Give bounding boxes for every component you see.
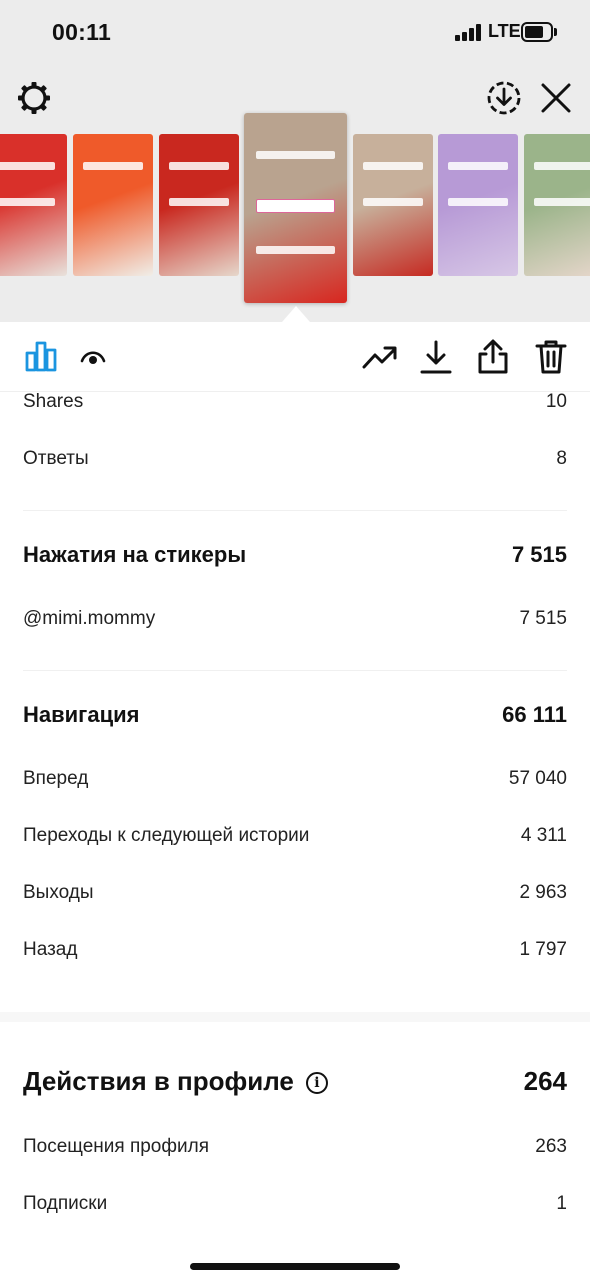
story-sticker <box>447 198 509 206</box>
metric-replies: Ответы 8 <box>23 444 567 474</box>
story-thumbnail[interactable] <box>438 134 518 276</box>
network-type: LTE <box>488 21 521 41</box>
metric-value: 263 <box>535 1136 567 1157</box>
story-thumbnail[interactable] <box>159 134 239 276</box>
share-icon[interactable] <box>476 338 510 376</box>
story-sticker <box>533 162 590 170</box>
home-indicator[interactable] <box>190 1263 400 1270</box>
metric-value: 57 040 <box>508 768 567 789</box>
section-header-sticker-taps: Нажатия на стикеры 7 515 <box>23 540 567 570</box>
story-sticker <box>82 162 144 170</box>
metric-value: 2 963 <box>519 882 567 903</box>
section-separator-band <box>0 1012 590 1022</box>
bar-chart-icon[interactable] <box>24 339 58 373</box>
story-sticker <box>0 198 56 206</box>
metric-label: @mimi.mommy <box>23 608 156 629</box>
story-sticker <box>256 199 335 213</box>
metric-value: 10 <box>545 391 567 412</box>
story-sticker <box>168 198 230 206</box>
metric-value: 4 311 <box>520 825 567 846</box>
metric-value: 7 515 <box>519 608 567 629</box>
trash-icon[interactable] <box>534 338 568 376</box>
metric-label: Переходы к следующей истории <box>23 825 310 846</box>
story-sticker <box>256 151 335 159</box>
section-title: Действия в профиле <box>23 1065 294 1096</box>
metric-label: Подписки <box>23 1193 108 1214</box>
metric-label: Посещения профиля <box>23 1136 209 1157</box>
cellular-signal-icon <box>455 24 483 41</box>
status-time: 00:11 <box>52 19 112 45</box>
metric-value: 1 <box>556 1193 567 1214</box>
metric-exits: Выходы 2 963 <box>23 878 567 908</box>
story-thumbnails-strip[interactable] <box>0 108 590 308</box>
section-total: 264 <box>523 1065 567 1096</box>
battery-icon <box>521 22 557 43</box>
section-header-profile-actions: Действия в профиле i 264 <box>23 1064 567 1098</box>
selected-story-pointer <box>282 306 310 322</box>
metric-label: Назад <box>23 939 78 960</box>
eye-icon[interactable] <box>80 346 106 368</box>
metric-shares: Shares 10 <box>23 387 567 417</box>
info-icon[interactable]: i <box>305 1071 328 1094</box>
metric-back: Назад 1 797 <box>23 935 567 965</box>
story-thumbnail[interactable] <box>353 134 433 276</box>
insights-toolbar <box>0 322 590 392</box>
download-icon[interactable] <box>419 339 453 375</box>
metric-label: Shares <box>23 391 84 412</box>
story-thumbnail-selected[interactable] <box>244 113 347 303</box>
metric-follows: Подписки 1 <box>23 1189 567 1219</box>
section-header-navigation: Навигация 66 111 <box>23 700 567 730</box>
status-bar: 00:11 LTE <box>0 0 590 66</box>
story-sticker <box>256 246 335 254</box>
section-total: 7 515 <box>511 542 567 567</box>
metric-next-story: Переходы к следующей истории 4 311 <box>23 821 567 851</box>
section-total: 66 111 <box>502 702 567 727</box>
story-thumbnail[interactable] <box>524 134 590 276</box>
trending-icon[interactable] <box>362 341 398 373</box>
story-sticker <box>362 198 424 206</box>
story-sticker <box>533 198 590 206</box>
story-preview-area: 00:11 LTE <box>0 0 590 322</box>
section-title: Нажатия на стикеры <box>23 542 247 567</box>
metric-label: Вперед <box>23 768 89 789</box>
section-title: Навигация <box>23 702 140 727</box>
metric-label: Ответы <box>23 448 89 469</box>
story-sticker <box>168 162 230 170</box>
metric-profile-visits: Посещения профиля 263 <box>23 1132 567 1162</box>
story-sticker <box>0 162 56 170</box>
metric-value: 1 797 <box>519 939 567 960</box>
section-divider <box>23 670 567 671</box>
section-divider <box>23 510 567 511</box>
metric-forward: Вперед 57 040 <box>23 764 567 794</box>
metric-sticker-mention: @mimi.mommy 7 515 <box>23 604 567 634</box>
story-sticker <box>362 162 424 170</box>
metric-value: 8 <box>556 448 567 469</box>
story-thumbnail[interactable] <box>73 134 153 276</box>
metric-label: Выходы <box>23 882 94 903</box>
story-sticker <box>447 162 509 170</box>
story-thumbnail[interactable] <box>0 134 67 276</box>
